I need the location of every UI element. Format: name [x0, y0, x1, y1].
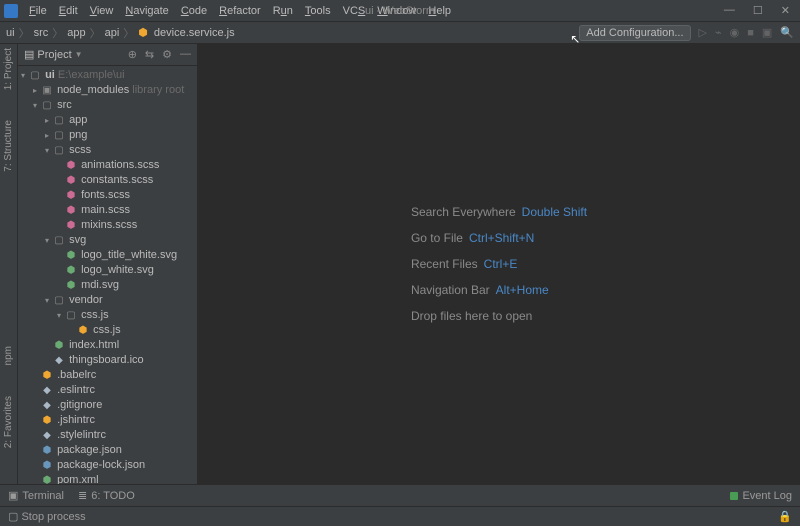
app-logo-icon — [4, 4, 18, 18]
window-title: ui - WebStorm — [365, 5, 435, 17]
tree-file[interactable]: ⬢ .babelrc — [18, 368, 197, 383]
tree-cssjs-folder[interactable]: ▾▢ css.js — [18, 308, 197, 323]
tree-png[interactable]: ▸▢ png — [18, 128, 197, 143]
todo-icon: ≣ — [78, 489, 87, 502]
hide-panel-icon[interactable]: — — [180, 48, 191, 61]
welcome-line: Navigation Bar — [411, 283, 490, 297]
project-view-icon: ▤ — [24, 48, 34, 61]
scroll-from-source-icon[interactable]: ⊕ — [128, 48, 137, 61]
lock-icon[interactable]: 🔒 — [778, 510, 792, 523]
welcome-line: Go to File — [411, 231, 463, 245]
tree-file[interactable]: ⬢ package.json — [18, 443, 197, 458]
status-text: Stop process — [21, 511, 85, 523]
bottom-tool-bar: ▣Terminal ≣6: TODO Event Log — [0, 484, 800, 506]
event-log-tab[interactable]: Event Log — [730, 490, 792, 502]
tree-file[interactable]: ⬢ main.scss — [18, 203, 197, 218]
collapse-all-icon[interactable]: ⇆ — [145, 48, 154, 61]
tree-file[interactable]: ⬢ index.html — [18, 338, 197, 353]
stop-icon[interactable]: ■ — [747, 27, 754, 39]
editor-area[interactable]: Search Everywhere Double Shift Go to File… — [198, 44, 800, 484]
event-log-icon — [730, 492, 738, 500]
terminal-icon: ▣ — [8, 489, 18, 502]
menu-navigate[interactable]: Navigate — [120, 5, 173, 17]
tree-svg[interactable]: ▾▢ svg — [18, 233, 197, 248]
menu-code[interactable]: Code — [176, 5, 212, 17]
tool-tab-structure[interactable]: 7: Structure — [3, 120, 14, 172]
maximize-icon[interactable]: ☐ — [753, 4, 763, 17]
navigation-bar: ui〉 src〉 app〉 api〉 ⬢ device.service.js ↖… — [0, 22, 800, 44]
minimize-icon[interactable]: — — [724, 4, 735, 17]
run-icon[interactable]: ▷ — [699, 26, 707, 39]
js-file-icon: ⬢ — [138, 26, 148, 39]
tree-file[interactable]: ◆ .gitignore — [18, 398, 197, 413]
tool-tab-project[interactable]: 1: Project — [3, 48, 14, 90]
menu-refactor[interactable]: Refactor — [214, 5, 266, 17]
close-icon[interactable]: ✕ — [781, 4, 790, 17]
welcome-line: Search Everywhere — [411, 205, 516, 219]
debug-icon[interactable]: ⌁ — [715, 26, 722, 39]
todo-tab[interactable]: ≣6: TODO — [78, 489, 135, 502]
project-tree[interactable]: ▾▢ ui E:\example\ui ▸▣ node_modules libr… — [18, 66, 197, 484]
terminal-tab[interactable]: ▣Terminal — [8, 489, 64, 502]
tree-file[interactable]: ◆ .eslintrc — [18, 383, 197, 398]
shortcut: Alt+Home — [496, 283, 549, 297]
welcome-panel: Search Everywhere Double Shift Go to File… — [411, 199, 587, 329]
tree-file[interactable]: ⬢ mixins.scss — [18, 218, 197, 233]
tree-file[interactable]: ◆ thingsboard.ico — [18, 353, 197, 368]
tree-file[interactable]: ⬢ mdi.svg — [18, 278, 197, 293]
menu-edit[interactable]: Edit — [54, 5, 83, 17]
tree-scss[interactable]: ▾▢ scss — [18, 143, 197, 158]
main-area: 1: Project 7: Structure npm 2: Favorites… — [0, 44, 800, 484]
welcome-line: Recent Files — [411, 257, 478, 271]
tree-node-modules[interactable]: ▸▣ node_modules library root — [18, 83, 197, 98]
project-view-dropdown-icon[interactable]: ▼ — [75, 50, 83, 59]
status-button-icon[interactable]: ▢ — [8, 510, 18, 523]
layout-icon[interactable]: ▣ — [762, 26, 772, 39]
menu-view[interactable]: View — [85, 5, 119, 17]
shortcut: Ctrl+E — [484, 257, 518, 271]
add-configuration-button[interactable]: ↖ Add Configuration... — [579, 25, 690, 41]
coverage-icon[interactable]: ◉ — [730, 26, 740, 39]
tree-src[interactable]: ▾▢ src — [18, 98, 197, 113]
settings-icon[interactable]: ⚙ — [162, 48, 172, 61]
project-panel-header: ▤ Project ▼ ⊕ ⇆ ⚙ — — [18, 44, 197, 66]
menu-file[interactable]: File — [24, 5, 52, 17]
crumb-file[interactable]: device.service.js — [154, 27, 235, 39]
crumb-api[interactable]: api — [105, 27, 120, 39]
tree-root[interactable]: ▾▢ ui E:\example\ui — [18, 68, 197, 83]
shortcut: Double Shift — [522, 205, 587, 219]
crumb-app[interactable]: app — [67, 27, 85, 39]
menu-tools[interactable]: Tools — [300, 5, 336, 17]
tree-file[interactable]: ⬢ package-lock.json — [18, 458, 197, 473]
project-tool-window: ▤ Project ▼ ⊕ ⇆ ⚙ — ▾▢ ui E:\example\ui … — [18, 44, 198, 484]
left-tool-bar: 1: Project 7: Structure npm 2: Favorites — [0, 44, 18, 484]
tree-file[interactable]: ⬢ logo_title_white.svg — [18, 248, 197, 263]
tree-file[interactable]: ⬢ .jshintrc — [18, 413, 197, 428]
crumb-root[interactable]: ui — [6, 27, 15, 39]
project-panel-title[interactable]: Project — [37, 49, 71, 61]
tree-vendor[interactable]: ▾▢ vendor — [18, 293, 197, 308]
shortcut: Ctrl+Shift+N — [469, 231, 534, 245]
tree-file[interactable]: ⬢ css.js — [18, 323, 197, 338]
tree-file[interactable]: ⬢ pom.xml — [18, 473, 197, 484]
crumb-src[interactable]: src — [34, 27, 49, 39]
breadcrumbs[interactable]: ui〉 src〉 app〉 api〉 ⬢ device.service.js — [6, 25, 235, 41]
tool-tab-favorites[interactable]: 2: Favorites — [3, 396, 14, 448]
title-bar: File Edit View Navigate Code Refactor Ru… — [0, 0, 800, 22]
status-bar: ▢ Stop process 🔒 — [0, 506, 800, 526]
tree-app[interactable]: ▸▢ app — [18, 113, 197, 128]
tree-file[interactable]: ⬢ logo_white.svg — [18, 263, 197, 278]
window-controls: — ☐ ✕ — [724, 4, 796, 17]
tree-file[interactable]: ⬢ animations.scss — [18, 158, 197, 173]
tool-tab-npm[interactable]: npm — [3, 346, 14, 365]
tree-file[interactable]: ⬢ constants.scss — [18, 173, 197, 188]
tree-file[interactable]: ⬢ fonts.scss — [18, 188, 197, 203]
tree-file[interactable]: ◆ .stylelintrc — [18, 428, 197, 443]
search-icon[interactable]: 🔍 — [780, 26, 794, 39]
welcome-line: Drop files here to open — [411, 309, 532, 323]
menu-run[interactable]: Run — [268, 5, 298, 17]
